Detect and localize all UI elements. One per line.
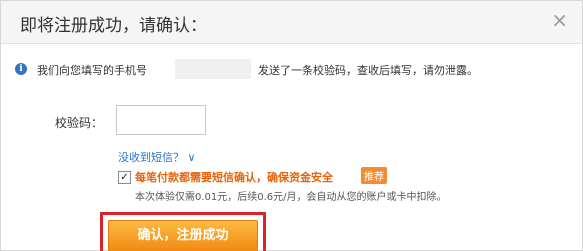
verification-code-input[interactable] [116,105,206,135]
masked-phone-number [175,59,251,79]
verification-code-label: 校验码： [55,116,104,130]
sms-confirm-option: ✓ 每笔付款都需要短信确认，确保资金安全 推荐 本次体验仅需0.01元，后续0.… [118,166,578,206]
notice-text-after-phone: 发送了一条校验码，查收后填写，请勿泄露。 [258,64,478,77]
dialog-title: 即将注册成功，请确认： [20,16,207,36]
sms-confirm-option-label: 每笔付款都需要短信确认，确保资金安全 [135,171,333,184]
recommended-badge: 推荐 [361,167,387,184]
sms-notice: i 我们向您填写的手机号 发送了一条校验码，查收后填写，请勿泄露。 [15,59,575,79]
register-confirm-dialog: 即将注册成功，请确认： × i 我们向您填写的手机号 发送了一条校验码，查收后填… [0,0,583,251]
info-icon: i [15,63,27,75]
close-icon[interactable]: × [551,10,568,30]
no-sms-received-link[interactable]: 没收到短信？ ∨ [118,149,196,165]
sms-fee-description: 本次体验仅需0.01元，后续0.6元/月，会自动从您的账户或卡中扣除。 [135,192,447,203]
sms-confirm-checkbox[interactable]: ✓ [118,171,131,184]
confirm-register-button[interactable]: 确认，注册成功 [108,220,258,251]
dialog-header: 即将注册成功，请确认： × [1,1,582,44]
checkbox-check-icon: ✓ [120,172,129,183]
notice-text-before-phone: 我们向您填写的手机号 [37,64,147,77]
